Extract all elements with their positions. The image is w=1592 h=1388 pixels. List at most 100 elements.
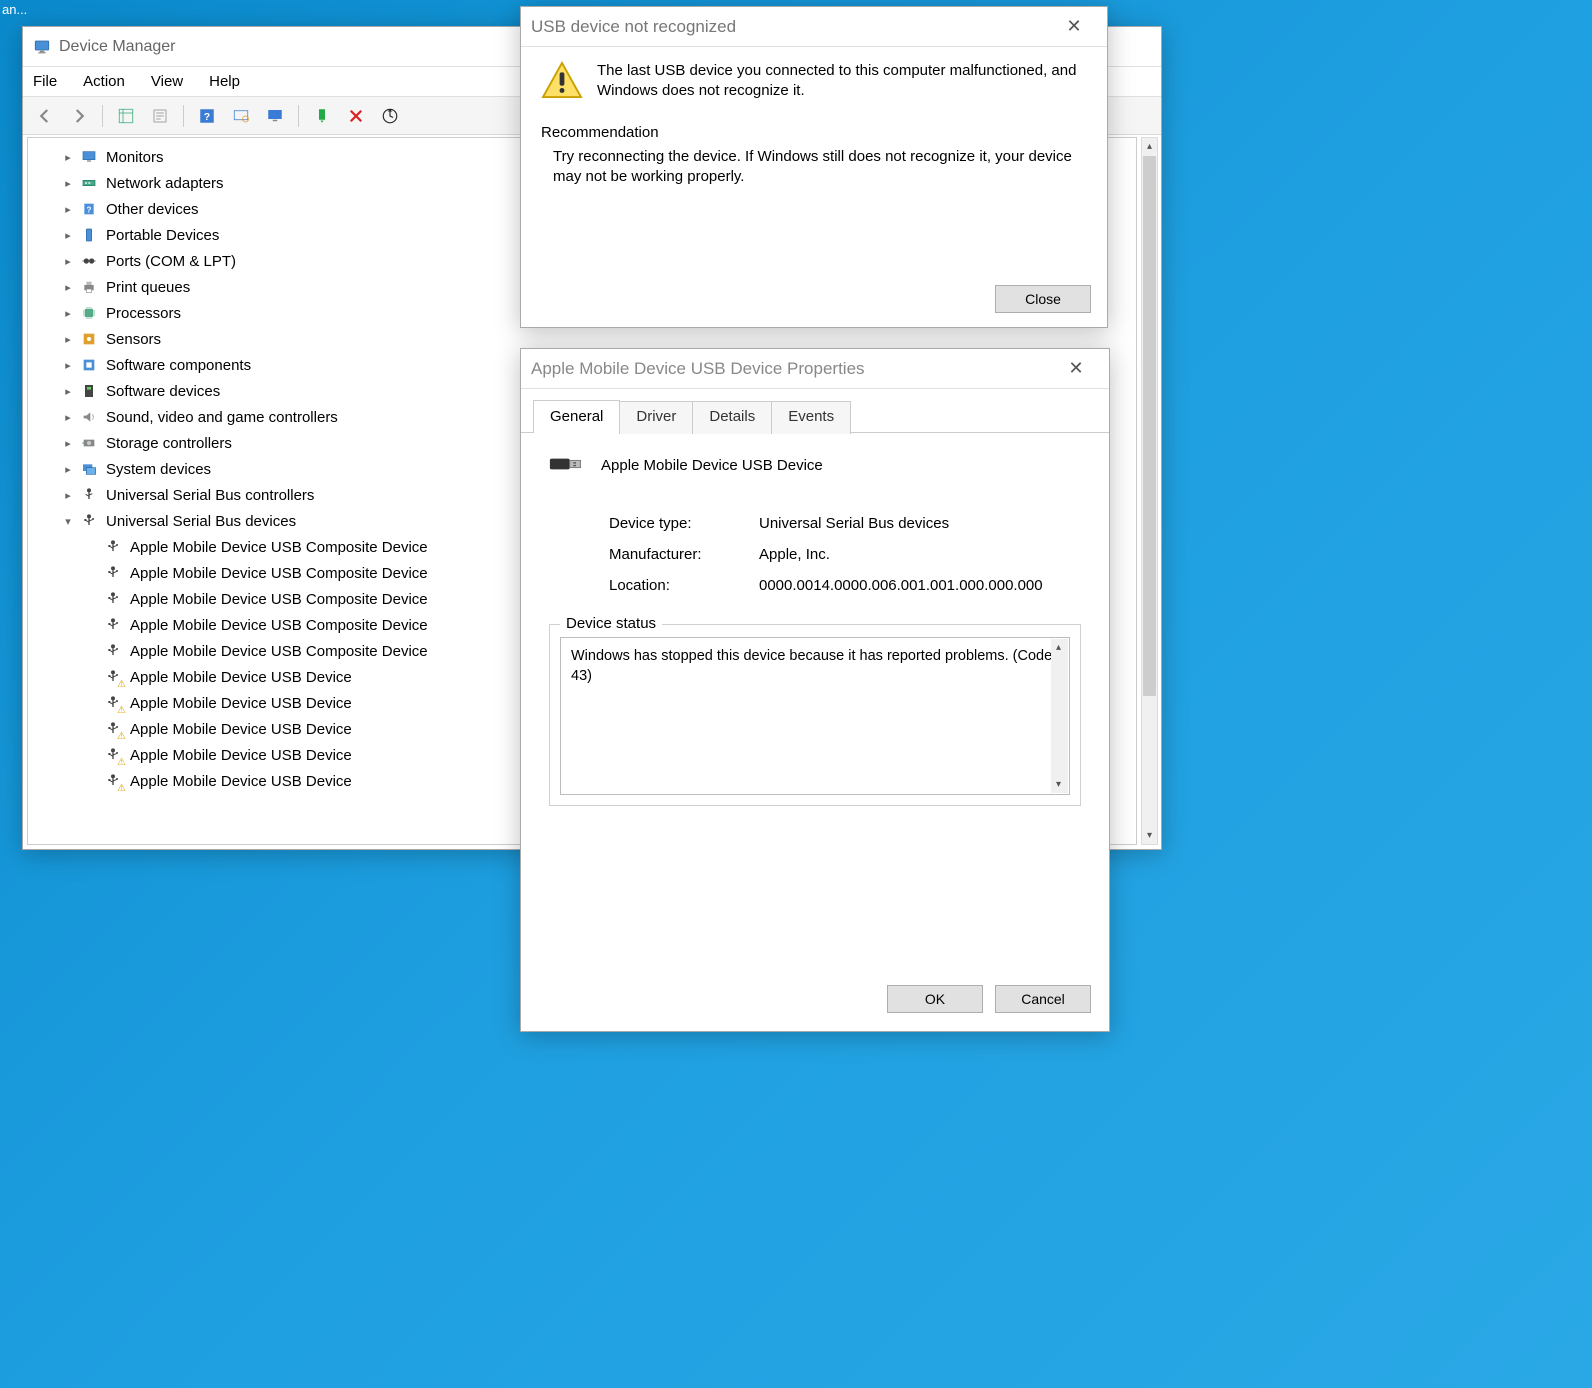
toolbar-scan-hardware[interactable] <box>227 102 255 130</box>
device-name: Apple Mobile Device USB Device <box>601 457 823 474</box>
tree-category-label: Portable Devices <box>106 227 219 244</box>
usb-dialog-titlebar[interactable]: USB device not recognized ✕ <box>521 7 1107 47</box>
chevron-right-icon[interactable]: ▸ <box>60 149 76 165</box>
tree-category-label: Sound, video and game controllers <box>106 409 338 426</box>
tree-category-label: Network adapters <box>106 175 224 192</box>
toolbar-properties[interactable] <box>146 102 174 130</box>
scroll-down-arrow[interactable]: ▾ <box>1142 827 1157 844</box>
scroll-up-arrow[interactable]: ▴ <box>1142 138 1157 155</box>
usb-device-icon <box>104 772 122 790</box>
tree-category-label: Universal Serial Bus controllers <box>106 487 314 504</box>
scrollbar-vertical[interactable]: ▴ ▾ <box>1141 137 1158 845</box>
usb-not-recognized-dialog: USB device not recognized ✕ The last USB… <box>520 6 1108 328</box>
close-icon[interactable]: ✕ <box>1053 353 1099 385</box>
label-manufacturer: Manufacturer: <box>609 546 759 563</box>
tree-category-label: System devices <box>106 461 211 478</box>
toolbar-separator <box>298 105 299 127</box>
sensor-icon <box>80 330 98 348</box>
usb-dialog-message: The last USB device you connected to thi… <box>597 61 1087 102</box>
usb-dialog-title: USB device not recognized <box>531 17 736 37</box>
device-status-text[interactable]: Windows has stopped this device because … <box>560 637 1070 795</box>
tree-device-label: Apple Mobile Device USB Composite Device <box>130 539 428 556</box>
tree-category-label: Other devices <box>106 201 199 218</box>
scroll-down-arrow[interactable]: ▾ <box>1051 776 1066 793</box>
toolbar-help[interactable]: ? <box>193 102 221 130</box>
chevron-right-icon[interactable]: ▸ <box>60 487 76 503</box>
usb-device-icon <box>104 538 122 556</box>
usb-plug-icon <box>549 453 585 477</box>
tree-category-label: Software devices <box>106 383 220 400</box>
properties-tabs: General Driver Details Events <box>521 389 1109 433</box>
toolbar-back[interactable] <box>31 102 59 130</box>
toolbar-enable-device[interactable] <box>308 102 336 130</box>
chevron-right-icon[interactable]: ▸ <box>60 331 76 347</box>
portable-device-icon <box>80 226 98 244</box>
menu-help[interactable]: Help <box>209 73 240 90</box>
tree-device-label: Apple Mobile Device USB Composite Device <box>130 643 428 660</box>
usb-device-icon <box>104 720 122 738</box>
chevron-right-icon[interactable]: ▸ <box>60 201 76 217</box>
processor-icon <box>80 304 98 322</box>
toolbar-separator <box>183 105 184 127</box>
cancel-button[interactable]: Cancel <box>995 985 1091 1013</box>
menu-action[interactable]: Action <box>83 73 125 90</box>
chevron-right-icon[interactable]: ▸ <box>60 409 76 425</box>
menu-view[interactable]: View <box>151 73 183 90</box>
usb-device-icon <box>104 564 122 582</box>
tree-device-label: Apple Mobile Device USB Composite Device <box>130 565 428 582</box>
device-status-group: Device status Windows has stopped this d… <box>549 624 1081 806</box>
network-adapter-icon <box>80 174 98 192</box>
software-component-icon <box>80 356 98 374</box>
software-device-icon <box>80 382 98 400</box>
tab-details[interactable]: Details <box>692 401 772 434</box>
tree-category-label: Ports (COM & LPT) <box>106 253 236 270</box>
scroll-thumb[interactable] <box>1143 156 1156 696</box>
warning-triangle-icon <box>541 61 583 97</box>
value-location: 0000.0014.0000.006.001.001.000.000.000 <box>759 577 1081 594</box>
tree-category-label: Sensors <box>106 331 161 348</box>
tab-general[interactable]: General <box>533 400 620 433</box>
system-device-icon <box>80 460 98 478</box>
usb-device-icon <box>104 668 122 686</box>
tree-device-label: Apple Mobile Device USB Device <box>130 669 352 686</box>
device-properties-dialog: Apple Mobile Device USB Device Propertie… <box>520 348 1110 1032</box>
chevron-right-icon[interactable]: ▸ <box>60 227 76 243</box>
usb-device-icon <box>80 512 98 530</box>
sound-icon <box>80 408 98 426</box>
device-status-legend: Device status <box>560 615 662 632</box>
other-devices-icon: ? <box>80 200 98 218</box>
chevron-right-icon[interactable]: ▸ <box>60 253 76 269</box>
toolbar-monitor[interactable] <box>261 102 289 130</box>
chevron-right-icon[interactable]: ▸ <box>60 435 76 451</box>
toolbar-uninstall-device[interactable] <box>342 102 370 130</box>
menu-file[interactable]: File <box>33 73 57 90</box>
scroll-up-arrow[interactable]: ▴ <box>1051 639 1066 656</box>
device-manager-icon <box>33 38 51 56</box>
svg-text:?: ? <box>204 110 210 122</box>
chevron-right-icon[interactable]: ▸ <box>60 383 76 399</box>
tab-events[interactable]: Events <box>771 401 851 434</box>
ok-button[interactable]: OK <box>887 985 983 1013</box>
chevron-right-icon[interactable]: ▸ <box>60 279 76 295</box>
status-scrollbar[interactable]: ▴ ▾ <box>1051 639 1068 793</box>
chevron-down-icon[interactable]: ▾ <box>60 513 76 529</box>
properties-titlebar[interactable]: Apple Mobile Device USB Device Propertie… <box>521 349 1109 389</box>
storage-controller-icon <box>80 434 98 452</box>
usb-controller-icon <box>80 486 98 504</box>
chevron-right-icon[interactable]: ▸ <box>60 461 76 477</box>
chevron-right-icon[interactable]: ▸ <box>60 175 76 191</box>
recommendation-body: Try reconnecting the device. If Windows … <box>541 147 1087 188</box>
close-button[interactable]: Close <box>995 285 1091 313</box>
chevron-right-icon[interactable]: ▸ <box>60 357 76 373</box>
taskbar-fragment: an... <box>2 2 27 17</box>
tab-driver[interactable]: Driver <box>619 401 693 434</box>
close-icon[interactable]: ✕ <box>1051 11 1097 43</box>
usb-device-icon <box>104 746 122 764</box>
usb-device-icon <box>104 694 122 712</box>
toolbar-show-hide-tree[interactable] <box>112 102 140 130</box>
toolbar-forward[interactable] <box>65 102 93 130</box>
tree-category-label: Storage controllers <box>106 435 232 452</box>
chevron-right-icon[interactable]: ▸ <box>60 305 76 321</box>
usb-device-icon <box>104 642 122 660</box>
toolbar-update-driver[interactable] <box>376 102 404 130</box>
